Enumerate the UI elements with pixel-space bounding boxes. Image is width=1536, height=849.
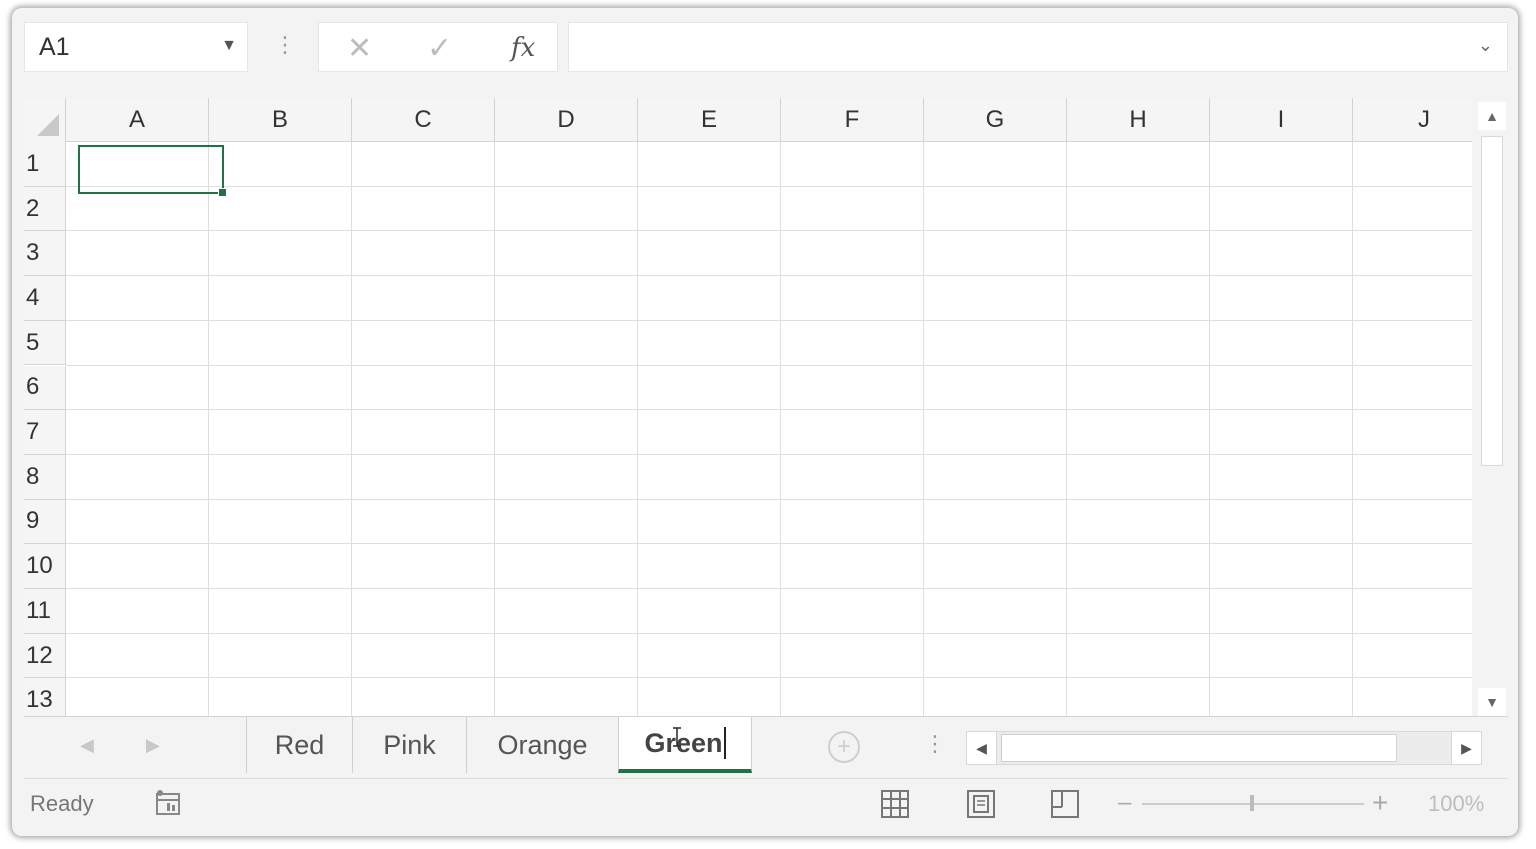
zoom-out-icon[interactable]: –	[1118, 789, 1131, 817]
normal-view-icon[interactable]	[880, 789, 910, 819]
grid-column-line	[1352, 142, 1353, 716]
grid-row-line	[66, 319, 1472, 321]
column-header-d[interactable]: D	[495, 98, 638, 142]
grid-column-line	[780, 142, 781, 716]
grid-column-line	[1066, 142, 1067, 716]
macro-record-icon[interactable]	[154, 789, 182, 817]
row-header-13[interactable]: 13	[24, 678, 66, 716]
column-header-g[interactable]: G	[924, 98, 1067, 142]
column-header-i[interactable]: I	[1210, 98, 1353, 142]
sheet-tab-label: Pink	[383, 729, 436, 760]
grid-row-line	[66, 632, 1472, 634]
row-header-7[interactable]: 7	[24, 410, 66, 455]
grid-row-line	[66, 588, 1472, 589]
sheet-tab-label: Red	[274, 729, 325, 760]
grid-row-line	[66, 453, 1472, 455]
row-header-4[interactable]: 4	[24, 276, 66, 321]
grid-row-line	[66, 185, 1472, 187]
column-header-j[interactable]: J	[1353, 98, 1472, 142]
name-box-value: A1	[39, 32, 70, 61]
grid-column-line	[208, 142, 209, 716]
scroll-right-icon[interactable]: ▶	[1451, 732, 1481, 764]
grid-column-line	[494, 142, 495, 716]
sheet-tab-orange[interactable]: Orange	[466, 717, 618, 773]
grid-row-line	[66, 364, 1472, 366]
vertical-scrollbar[interactable]: ▲ ▼	[1478, 102, 1506, 716]
grip-icon[interactable]: ⋮	[274, 32, 296, 58]
column-header-c[interactable]: C	[352, 98, 495, 142]
grid-row-line	[66, 409, 1472, 411]
row-header-9[interactable]: 9	[24, 499, 66, 545]
grid-column-line	[1209, 142, 1210, 716]
grid-row-line	[66, 230, 1472, 232]
selected-cell-a1[interactable]	[78, 145, 224, 194]
x-icon[interactable]: ✕	[347, 31, 372, 66]
sheet-tab-green[interactable]: Green	[618, 717, 752, 773]
column-header-b[interactable]: B	[209, 98, 352, 142]
column-header-f[interactable]: F	[781, 98, 924, 142]
sheet-tab-red[interactable]: Red	[246, 717, 352, 773]
row-header-12[interactable]: 12	[24, 633, 66, 679]
chevron-down-icon[interactable]: ▼	[221, 37, 237, 55]
row-header-1[interactable]: 1	[24, 142, 66, 187]
status-mode: Ready	[30, 791, 94, 816]
column-header-a[interactable]: A	[66, 98, 209, 142]
row-header-3[interactable]: 3	[24, 231, 66, 277]
fill-handle[interactable]	[218, 188, 227, 197]
column-header-row: ABCDEFGHIJ	[24, 98, 1472, 142]
vertical-scroll-thumb[interactable]	[1481, 136, 1503, 466]
scroll-down-icon[interactable]: ▼	[1478, 688, 1506, 716]
grid-row-line	[66, 677, 1472, 679]
formula-buttons: ✕ ✓ fx	[318, 22, 558, 72]
row-header-10[interactable]: 10	[24, 544, 66, 589]
page-break-view-icon[interactable]	[1050, 789, 1080, 819]
row-header-8[interactable]: 8	[24, 454, 66, 500]
chevron-left-icon[interactable]: ◀	[80, 735, 94, 756]
zoom-slider-thumb[interactable]	[1250, 795, 1254, 811]
grid-column-line	[923, 142, 924, 716]
status-bar: Ready – + 100%	[24, 778, 1508, 828]
name-box[interactable]: A1 ▼	[24, 22, 248, 72]
excel-window: A1 ▼ ⋮ ✕ ✓ fx ⌄ ABCDEFGHIJ 1 2 3 4 5 6 7 8 9 10 11…	[12, 8, 1518, 836]
horizontal-scroll-thumb[interactable]	[1001, 734, 1397, 762]
check-icon[interactable]: ✓	[427, 31, 452, 66]
grid-column-line	[351, 142, 352, 716]
scroll-up-icon[interactable]: ▲	[1478, 102, 1506, 130]
horizontal-scrollbar[interactable]: ◀ ▶	[966, 731, 1482, 765]
formula-bar: A1 ▼ ⋮ ✕ ✓ fx ⌄	[12, 8, 1518, 88]
column-header-h[interactable]: H	[1067, 98, 1210, 142]
insert-function-button[interactable]: fx	[511, 33, 535, 63]
row-header-5[interactable]: 5	[24, 320, 66, 366]
row-header-2[interactable]: 2	[24, 186, 66, 232]
sheet-tab-bar: ◀ ▶ Red Pink Orange Green + ⋮ ◀ ▶	[24, 716, 1508, 778]
formula-input[interactable]: ⌄	[568, 22, 1508, 72]
column-header-e[interactable]: E	[638, 98, 781, 142]
row-header-11[interactable]: 11	[24, 589, 66, 634]
chevron-down-icon[interactable]: ⌄	[1478, 35, 1493, 56]
text-cursor-icon	[673, 727, 681, 747]
grid-row-line	[66, 275, 1472, 277]
page-layout-view-icon[interactable]	[966, 789, 996, 819]
sheet-tab-pink[interactable]: Pink	[352, 717, 466, 773]
select-all-button[interactable]	[24, 98, 66, 142]
text-caret	[723, 727, 726, 759]
add-sheet-icon[interactable]: +	[828, 731, 860, 763]
grip-icon[interactable]: ⋮	[924, 731, 946, 757]
grid-row-line	[66, 543, 1472, 545]
row-header-6[interactable]: 6	[24, 365, 66, 411]
grid-row-line	[66, 498, 1472, 500]
zoom-in-icon[interactable]: +	[1372, 787, 1388, 819]
grid-column-line	[637, 142, 638, 716]
scroll-left-icon[interactable]: ◀	[967, 732, 997, 764]
select-all-triangle-icon	[37, 114, 59, 136]
sheet-tab-label: Orange	[497, 729, 588, 760]
worksheet-grid[interactable]: ABCDEFGHIJ 1 2 3 4 5 6 7 8 9 10 11 12 13	[24, 98, 1472, 716]
chevron-right-icon[interactable]: ▶	[146, 735, 160, 756]
zoom-level[interactable]: 100%	[1428, 791, 1484, 817]
